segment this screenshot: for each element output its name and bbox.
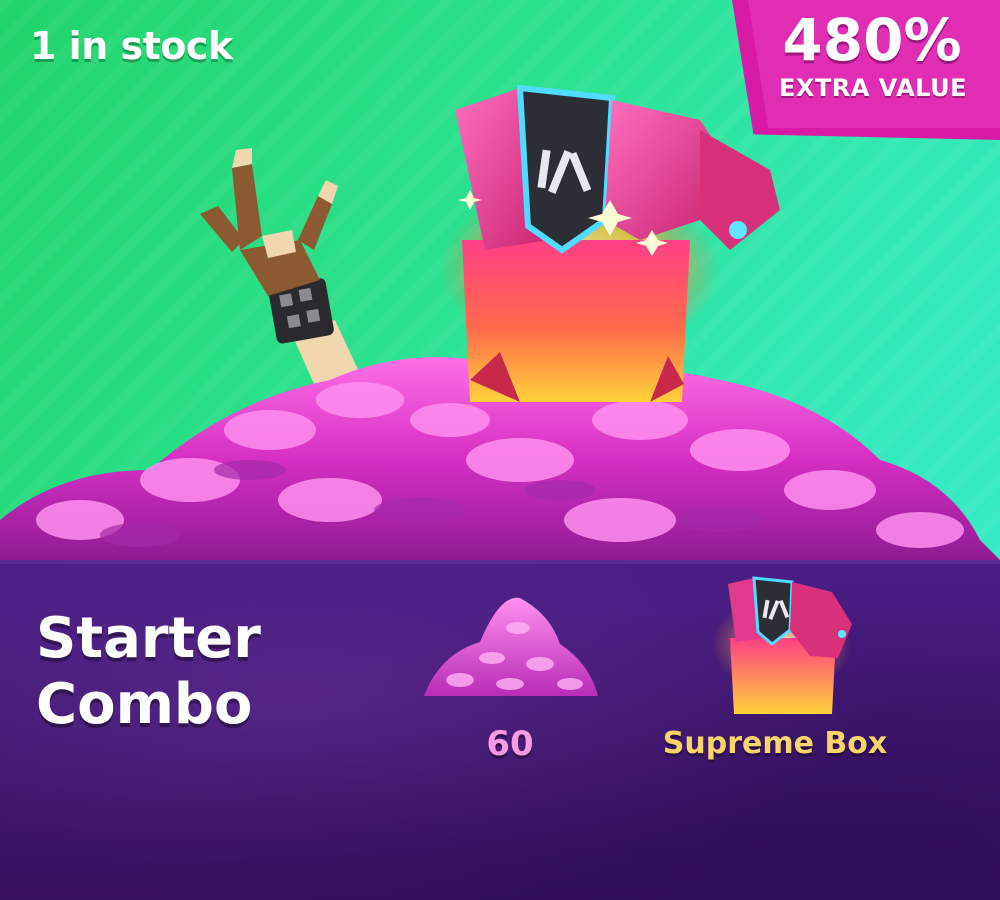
gem-pile-icon bbox=[424, 597, 598, 696]
offer-title-line2: Combo bbox=[36, 672, 253, 737]
supreme-box-icon bbox=[712, 576, 852, 714]
badge-label: EXTRA VALUE bbox=[778, 74, 968, 102]
supreme-box-icon bbox=[440, 84, 780, 402]
badge-percent: 480% bbox=[782, 6, 962, 74]
offer-title-line1: Starter bbox=[36, 606, 261, 671]
supreme-box-label: Supreme Box bbox=[662, 726, 888, 761]
gem-amount: 60 bbox=[486, 724, 534, 764]
offer-card[interactable]: 1 in stock 480% EXTRA VALUE Starter Comb… bbox=[0, 0, 1000, 900]
stock-label: 1 in stock bbox=[30, 24, 233, 68]
offer-title: Starter Combo bbox=[36, 606, 336, 738]
